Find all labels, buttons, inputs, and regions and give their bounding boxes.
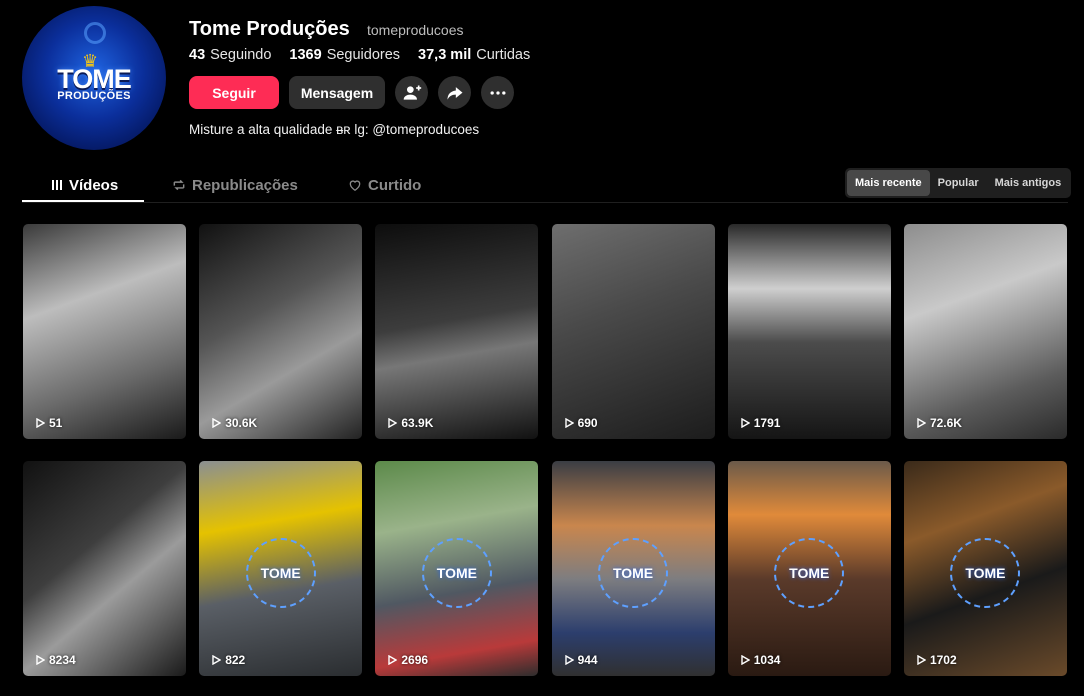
view-count-value: 30.6K	[225, 416, 258, 430]
watermark-logo: TOME	[950, 537, 1021, 608]
sort-popular[interactable]: Popular	[930, 170, 987, 196]
watermark-text: TOME	[436, 564, 477, 581]
repost-icon	[173, 179, 185, 191]
view-count: 51	[35, 416, 62, 430]
view-count-value: 690	[577, 416, 598, 430]
view-count-value: 63.9K	[401, 416, 434, 430]
play-icon	[212, 418, 222, 428]
share-icon	[447, 86, 462, 100]
play-icon	[917, 418, 926, 428]
watermark-logo: TOME	[245, 537, 316, 608]
message-button[interactable]: Mensagem	[289, 76, 385, 109]
video-card[interactable]: 51	[23, 224, 186, 439]
view-count-value: 72.6K	[929, 416, 962, 430]
view-count-value: 1702	[929, 653, 957, 667]
video-card[interactable]: 690	[551, 224, 715, 439]
stat-label: Seguidores	[326, 47, 401, 63]
play-icon	[212, 655, 222, 665]
view-count: 1791	[740, 416, 781, 430]
view-count-value: 8234	[49, 653, 76, 667]
video-card[interactable]: TOME 944	[551, 461, 715, 676]
grid-icon	[52, 180, 62, 190]
view-count: 1702	[916, 653, 957, 667]
view-count-value: 2696	[401, 653, 429, 667]
stat-value: 43	[189, 47, 206, 63]
view-count-value: 51	[49, 416, 63, 430]
more-button[interactable]	[481, 76, 514, 109]
tab-label: Republicações	[192, 176, 298, 194]
profile-avatar[interactable]: ♛ TOME PRODUÇÕES	[22, 6, 166, 150]
watermark-text: TOME	[965, 564, 1006, 581]
share-button[interactable]	[438, 76, 471, 109]
watermark-text: TOME	[789, 564, 830, 581]
watermark-logo: TOME	[421, 537, 492, 608]
stat-likes: 37,3 mil Curtidas	[418, 47, 530, 63]
stat-following[interactable]: 43 Seguindo	[189, 47, 271, 63]
display-name: Tome Produções	[189, 18, 350, 40]
video-card[interactable]: TOME 1034	[727, 461, 891, 676]
tab-liked[interactable]: Curtido	[320, 168, 421, 202]
stat-label: Seguindo	[210, 47, 272, 63]
play-icon	[388, 418, 398, 428]
play-icon	[564, 418, 574, 428]
sort-latest[interactable]: Mais recente	[847, 170, 930, 196]
tab-label: Curtido	[368, 176, 422, 194]
play-icon	[564, 655, 574, 665]
sort-oldest[interactable]: Mais antigos	[987, 170, 1070, 196]
more-icon	[490, 90, 505, 95]
video-card[interactable]: 8234	[23, 461, 186, 676]
video-grid: 51 30.6K 63.9K 690 1791 72.6K 8234 TOME 822 TOME 2…	[23, 224, 1067, 676]
view-count: 63.9K	[387, 416, 433, 430]
sort-selector: Mais recente Popular Mais antigos	[845, 168, 1072, 198]
watermark-text: TOME	[260, 564, 301, 581]
play-icon	[36, 655, 45, 665]
play-icon	[917, 655, 926, 665]
profile-bio: Misture a alta qualidade ᴃʀ lg: @tomepro…	[189, 122, 480, 137]
watermark-logo: TOME	[598, 537, 669, 608]
play-icon	[388, 655, 398, 665]
view-count-value: 944	[577, 653, 598, 667]
profile-stats: 43 Seguindo 1369 Seguidores 37,3 mil Curtid…	[189, 47, 530, 63]
video-card[interactable]: TOME 822	[199, 461, 363, 676]
video-card[interactable]: 72.6K	[903, 224, 1067, 439]
play-icon	[741, 655, 750, 665]
watermark-logo: TOME	[774, 537, 845, 608]
add-friend-button[interactable]	[395, 76, 428, 109]
stat-value: 37,3 mil	[418, 47, 472, 63]
stat-label: Curtidas	[476, 47, 531, 63]
view-count: 2696	[387, 653, 428, 667]
username: tomeproducoes	[367, 22, 464, 38]
view-count: 30.6K	[211, 416, 257, 430]
video-card[interactable]: 30.6K	[199, 224, 363, 439]
view-count-value: 1034	[753, 653, 781, 667]
video-card[interactable]: 63.9K	[375, 224, 539, 439]
play-icon	[741, 418, 750, 428]
view-count: 690	[564, 416, 598, 430]
view-count: 1034	[740, 653, 781, 667]
view-count: 8234	[35, 653, 76, 667]
view-count: 944	[564, 653, 598, 667]
video-card[interactable]: TOME 2696	[375, 461, 539, 676]
view-count: 822	[211, 653, 245, 667]
view-count: 72.6K	[916, 416, 962, 430]
view-count-value: 822	[225, 653, 246, 667]
stat-followers[interactable]: 1369 Seguidores	[289, 47, 400, 63]
stat-value: 1369	[289, 47, 322, 63]
video-card[interactable]: TOME 1702	[903, 461, 1067, 676]
follow-button[interactable]: Seguir	[189, 76, 279, 109]
heart-icon	[349, 180, 361, 192]
tab-videos[interactable]: Vídeos	[22, 168, 144, 202]
content-tabs: Vídeos Republicações Curtido	[22, 168, 421, 202]
avatar-glow	[84, 22, 106, 44]
watermark-text: TOME	[612, 564, 654, 581]
play-icon	[36, 418, 45, 428]
tab-label: Vídeos	[69, 176, 119, 194]
tab-reposts[interactable]: Republicações	[144, 168, 320, 202]
avatar-logo-subtext: PRODUÇÕES	[57, 90, 131, 102]
video-card[interactable]: 1791	[727, 224, 891, 439]
profile-actions: Seguir Mensagem	[189, 76, 514, 109]
view-count-value: 1791	[753, 416, 781, 430]
add-friend-icon	[403, 85, 421, 100]
tabs-divider	[22, 202, 1068, 203]
